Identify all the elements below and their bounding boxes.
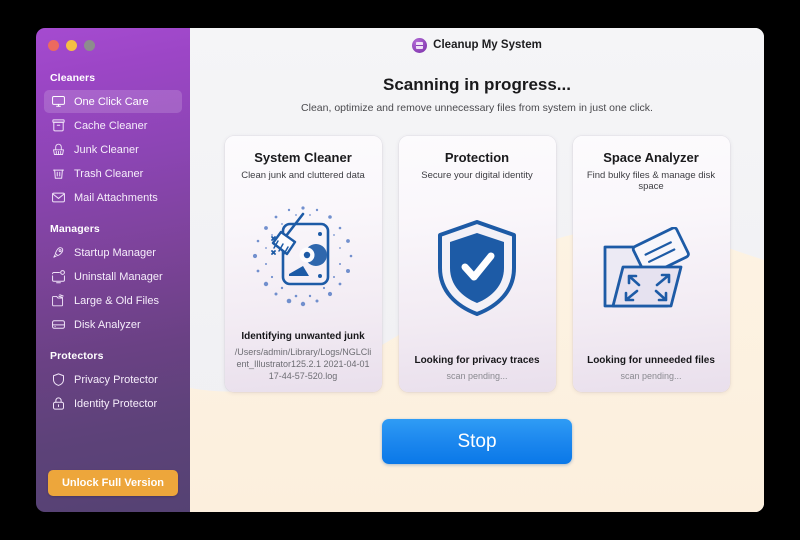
card-detail: scan pending... — [620, 370, 682, 381]
card-subtitle: Secure your digital identity — [421, 170, 533, 181]
sidebar-item-label: Mail Attachments — [74, 191, 158, 204]
disk-icon — [50, 316, 67, 333]
sidebar-item-identity-protector[interactable]: Identity Protector — [44, 392, 182, 415]
broom-icon — [50, 141, 67, 158]
folder-files-icon — [50, 292, 67, 309]
folder-expand-icon — [603, 227, 690, 308]
card-artwork — [581, 192, 722, 355]
sidebar-item-label: Junk Cleaner — [74, 143, 139, 156]
scan-cards: System Cleaner Clean junk and cluttered … — [190, 136, 764, 392]
page-title: Scanning in progress... — [383, 75, 571, 94]
sidebar-section-cleaners: Cleaners One Click Care Cache Cleaner Ju… — [36, 68, 190, 209]
cache-box-icon — [50, 117, 67, 134]
sidebar-item-label: Identity Protector — [74, 397, 158, 410]
sidebar-item-label: One Click Care — [74, 95, 149, 108]
app-logo-icon — [412, 37, 428, 53]
monitor-gear-icon — [50, 268, 67, 285]
sidebar-item-label: Trash Cleaner — [74, 167, 144, 180]
card-protection[interactable]: Protection Secure your digital identity … — [398, 136, 556, 392]
sidebar-item-label: Large & Old Files — [74, 294, 159, 307]
minimize-window-button[interactable] — [66, 40, 77, 51]
card-artwork — [233, 181, 374, 331]
stop-button-container: Stop — [190, 419, 764, 464]
card-subtitle: Clean junk and cluttered data — [241, 170, 365, 181]
sidebar-item-uninstall-manager[interactable]: Uninstall Manager — [44, 265, 182, 288]
envelope-icon — [50, 189, 67, 206]
titlebar: Cleanup My System — [190, 28, 764, 58]
sidebar: Cleaners One Click Care Cache Cleaner Ju… — [36, 28, 190, 512]
shield-icon — [50, 371, 67, 388]
card-title: Space Analyzer — [603, 150, 699, 165]
rocket-icon — [50, 244, 67, 261]
sidebar-item-label: Cache Cleaner — [74, 119, 148, 132]
zoom-window-button[interactable] — [84, 40, 95, 51]
traffic-lights — [36, 28, 190, 58]
sidebar-section-header: Cleaners — [50, 72, 96, 84]
shield-check-icon — [438, 219, 516, 316]
broom-sweeping-icon — [252, 206, 353, 306]
sidebar-item-label: Uninstall Manager — [74, 270, 163, 283]
sidebar-item-label: Privacy Protector — [74, 373, 158, 386]
sidebar-section-managers: Managers Startup Manager Uninstall Manag… — [36, 219, 190, 336]
sidebar-item-startup-manager[interactable]: Startup Manager — [44, 241, 182, 264]
sidebar-item-junk-cleaner[interactable]: Junk Cleaner — [44, 138, 182, 161]
card-artwork — [407, 181, 548, 355]
card-detail: scan pending... — [446, 370, 508, 381]
unlock-full-version-button[interactable]: Unlock Full Version — [47, 470, 179, 496]
sidebar-item-large-old-files[interactable]: Large & Old Files — [44, 289, 182, 312]
card-system-cleaner[interactable]: System Cleaner Clean junk and cluttered … — [224, 136, 382, 392]
stop-button[interactable]: Stop — [382, 419, 572, 464]
card-title: System Cleaner — [254, 150, 352, 165]
card-title: Protection — [444, 150, 510, 165]
sidebar-item-label: Disk Analyzer — [74, 318, 141, 331]
unlock-button-container: Unlock Full Version — [36, 470, 190, 496]
sidebar-item-label: Startup Manager — [74, 246, 156, 259]
card-status: Identifying unwanted junk — [241, 330, 365, 342]
sidebar-section-header: Managers — [50, 223, 100, 235]
main-content: Cleanup My System Scanning in progress..… — [190, 28, 764, 512]
sidebar-item-one-click-care[interactable]: One Click Care — [44, 90, 182, 113]
sidebar-item-mail-attachments[interactable]: Mail Attachments — [44, 186, 182, 209]
trash-icon — [50, 165, 67, 182]
card-subtitle: Find bulky files & manage disk space — [586, 170, 716, 192]
sidebar-section-protectors: Protectors Privacy Protector Identity Pr… — [36, 346, 190, 415]
monitor-icon — [50, 93, 67, 110]
sidebar-item-disk-analyzer[interactable]: Disk Analyzer — [44, 313, 182, 336]
card-status: Looking for privacy traces — [414, 354, 540, 366]
sidebar-section-header: Protectors — [50, 350, 104, 362]
sidebar-item-privacy-protector[interactable]: Privacy Protector — [44, 368, 182, 391]
app-title: Cleanup My System — [433, 39, 542, 51]
page-subtitle: Clean, optimize and remove unnecessary f… — [301, 102, 653, 114]
close-window-button[interactable] — [48, 40, 59, 51]
card-status: Looking for unneeded files — [587, 354, 715, 366]
sidebar-item-cache-cleaner[interactable]: Cache Cleaner — [44, 114, 182, 137]
card-detail: /Users/admin/Library/Logs/NGLClient_Illu… — [234, 346, 372, 381]
lock-icon — [50, 395, 67, 412]
card-space-analyzer[interactable]: Space Analyzer Find bulky files & manage… — [572, 136, 730, 392]
app-window: Cleaners One Click Care Cache Cleaner Ju… — [36, 28, 764, 512]
sidebar-item-trash-cleaner[interactable]: Trash Cleaner — [44, 162, 182, 185]
